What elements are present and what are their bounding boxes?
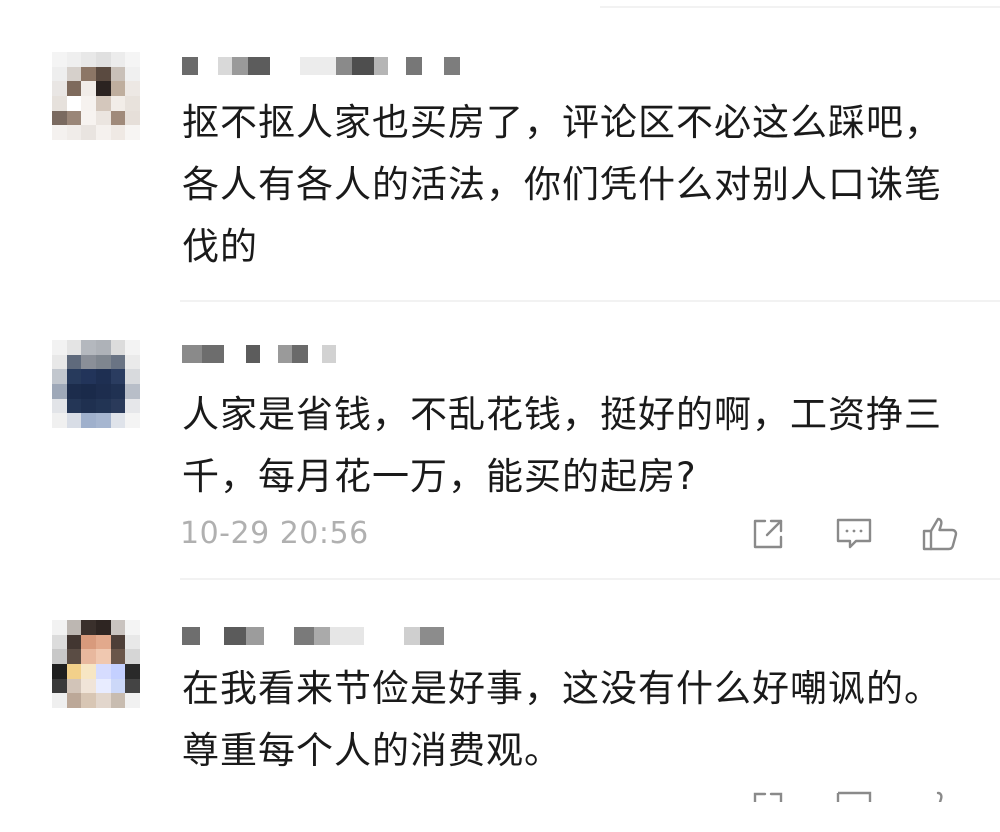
username-blurred[interactable]	[182, 48, 460, 84]
comment-meta	[180, 791, 980, 832]
reply-icon[interactable]	[832, 512, 876, 556]
comment-text: 抠不抠人家也买房了，评论区不必这么踩吧， 各人有各人的活法，你们凭什么对别人口诛…	[182, 101, 942, 268]
comment-meta: 10-29 20:56	[180, 516, 980, 556]
username-blurred[interactable]	[182, 618, 444, 654]
comment-item: 人家是省钱，不乱花钱，挺好的啊，工资挣三 千，每月花一万，能买的起房? 10-2…	[0, 300, 1000, 578]
like-icon[interactable]	[918, 788, 962, 802]
avatar[interactable]	[52, 340, 140, 428]
comment-item: 在我看来节俭是好事，这没有什么好嘲讽的。 尊重每个人的消费观。	[0, 578, 1000, 806]
comment-text: 人家是省钱，不乱花钱，挺好的啊，工资挣三 千，每月花一万，能买的起房?	[182, 393, 942, 498]
share-icon[interactable]	[746, 512, 790, 556]
comment-text: 在我看来节俭是好事，这没有什么好嘲讽的。 尊重每个人的消费观。	[182, 667, 942, 772]
like-icon[interactable]	[918, 512, 962, 556]
avatar[interactable]	[52, 52, 140, 140]
share-icon[interactable]	[746, 788, 790, 802]
timestamp: 10-29 20:56	[180, 516, 369, 551]
username-blurred[interactable]	[182, 336, 336, 372]
timestamp	[180, 792, 380, 806]
reply-icon[interactable]	[832, 788, 876, 802]
comment-item: 抠不抠人家也买房了，评论区不必这么踩吧， 各人有各人的活法，你们凭什么对别人口诛…	[0, 0, 1000, 300]
avatar[interactable]	[52, 620, 140, 708]
